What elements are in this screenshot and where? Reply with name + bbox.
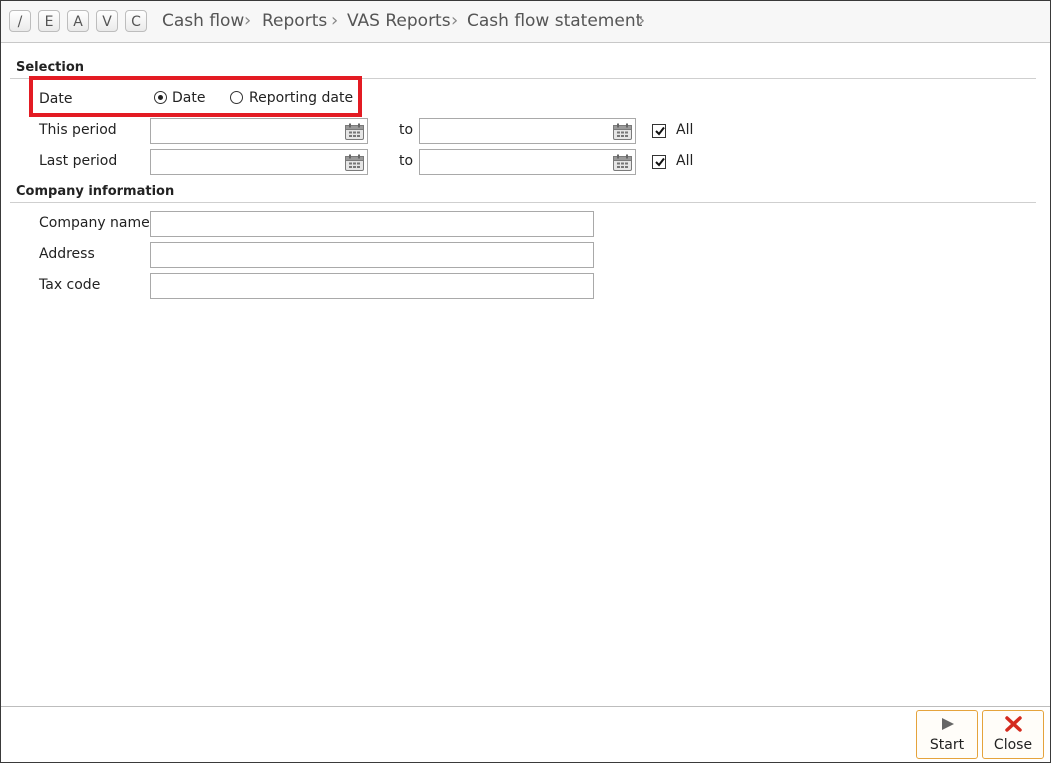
company-name-input[interactable] bbox=[150, 211, 594, 237]
breadcrumb-vas-reports[interactable]: VAS Reports bbox=[347, 11, 451, 31]
section-title-company-information: Company information bbox=[16, 184, 175, 199]
start-button[interactable]: Start bbox=[916, 710, 978, 759]
breadcrumb-cash-flow-statement: Cash flow statement bbox=[467, 11, 643, 31]
chevron-right-icon: › bbox=[331, 10, 339, 31]
top-bar: / E A V C Cash flow › Reports › VAS Repo… bbox=[1, 1, 1050, 43]
this-period-to-label: to bbox=[399, 122, 414, 138]
section-title-selection: Selection bbox=[16, 60, 85, 75]
start-button-label: Start bbox=[929, 737, 965, 753]
last-period-to-label: to bbox=[399, 153, 414, 169]
this-period-label: This period bbox=[39, 122, 117, 138]
this-period-all-label[interactable]: All bbox=[676, 122, 693, 138]
last-period-to-input[interactable] bbox=[419, 149, 636, 175]
footer-divider bbox=[1, 706, 1050, 707]
chevron-right-icon: › bbox=[244, 10, 252, 31]
last-period-all-checkbox[interactable] bbox=[652, 155, 666, 169]
this-period-from-input[interactable] bbox=[150, 118, 368, 144]
this-period-to-input[interactable] bbox=[419, 118, 636, 144]
calendar-icon[interactable] bbox=[613, 123, 632, 140]
play-icon bbox=[942, 718, 954, 730]
checkmark-icon bbox=[655, 157, 665, 167]
company-name-label: Company name bbox=[39, 215, 150, 231]
close-button-label: Close bbox=[993, 737, 1033, 753]
calendar-icon[interactable] bbox=[345, 154, 364, 171]
last-period-all-label[interactable]: All bbox=[676, 153, 693, 169]
breadcrumb-reports[interactable]: Reports bbox=[262, 11, 327, 31]
checkmark-icon bbox=[655, 126, 665, 136]
chevron-right-icon: › bbox=[451, 10, 459, 31]
close-icon bbox=[1005, 716, 1022, 732]
section-divider bbox=[10, 202, 1036, 203]
tax-code-input[interactable] bbox=[150, 273, 594, 299]
mode-button-browse[interactable]: / bbox=[9, 10, 31, 32]
close-button[interactable]: Close bbox=[982, 710, 1044, 759]
mode-button-copy[interactable]: C bbox=[125, 10, 147, 32]
address-input[interactable] bbox=[150, 242, 594, 268]
mode-button-view[interactable]: V bbox=[96, 10, 118, 32]
address-label: Address bbox=[39, 246, 95, 262]
breadcrumb-cash-flow[interactable]: Cash flow bbox=[162, 11, 244, 31]
chevron-right-icon: › bbox=[638, 10, 646, 31]
mode-button-edit[interactable]: E bbox=[38, 10, 60, 32]
highlight-box bbox=[29, 76, 362, 117]
tax-code-label: Tax code bbox=[39, 277, 101, 293]
last-period-label: Last period bbox=[39, 153, 118, 169]
this-period-all-checkbox[interactable] bbox=[652, 124, 666, 138]
last-period-from-input[interactable] bbox=[150, 149, 368, 175]
calendar-icon[interactable] bbox=[613, 154, 632, 171]
calendar-icon[interactable] bbox=[345, 123, 364, 140]
mode-button-add[interactable]: A bbox=[67, 10, 89, 32]
